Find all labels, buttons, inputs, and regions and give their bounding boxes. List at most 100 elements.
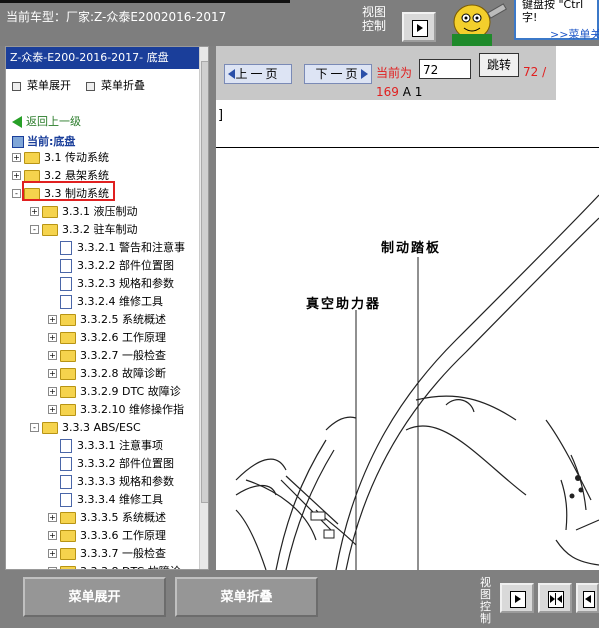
folder-icon [60, 368, 76, 380]
expand-toggle-icon[interactable]: + [48, 513, 57, 522]
expand-toggle-icon[interactable]: + [48, 351, 57, 360]
tree-item[interactable]: 3.3.2.3 规格和参数 [60, 277, 174, 291]
bottom-toolbar: 菜单展开 菜单折叠 视图控制 [0, 570, 599, 628]
scrollbar-thumb[interactable] [201, 61, 208, 503]
tree-item[interactable]: +3.3.2.7 一般检查 [48, 349, 166, 362]
tree-item-label: 3.3.2.5 系统概述 [80, 313, 166, 326]
tree-item[interactable]: +3.3.3.5 系统概述 [48, 511, 166, 524]
tree-item-label: 3.3.3.1 注意事项 [77, 439, 163, 452]
sidebar-title: Z-众泰-E200-2016-2017- 底盘 [6, 47, 201, 69]
expand-toggle-icon[interactable]: + [48, 549, 57, 558]
help-text-line1: 键盘按 "Ctrl [522, 0, 584, 11]
expand-toggle-icon[interactable]: + [12, 171, 21, 180]
page-number-input[interactable]: 72 [419, 59, 471, 79]
expand-menu-button[interactable]: 菜单展开 [23, 577, 166, 617]
prev-page-label: 上一页 [235, 67, 281, 81]
menu-collapse-link[interactable]: 菜单折叠 [86, 77, 145, 93]
tree-item-label: 3.3.2 驻车制动 [62, 223, 138, 236]
tree-item-label: 3.3.2.9 DTC 故障诊 [80, 385, 181, 398]
view-control-button[interactable] [402, 12, 436, 42]
tree-item[interactable]: +3.3.2.8 故障诊断 [48, 367, 166, 380]
tree-item[interactable]: 3.3.2.2 部件位置图 [60, 259, 174, 273]
expand-toggle-icon[interactable]: + [48, 333, 57, 342]
menu-close-link[interactable]: >>菜单关 [550, 26, 599, 42]
top-bar-edge [0, 0, 290, 3]
top-bar: 当前车型：厂家:Z-众泰E2002016-2017 视图控制 键盘按 "Ctrl… [0, 0, 599, 46]
tree-item-label: 3.3.2.3 规格和参数 [77, 277, 174, 290]
split-icon [548, 591, 564, 608]
total-pages: 169 [376, 85, 399, 99]
jump-button[interactable]: 跳转 [479, 53, 519, 77]
arrow-left-icon [583, 591, 595, 608]
document-icon [60, 295, 72, 309]
collapse-menu-button[interactable]: 菜单折叠 [175, 577, 318, 617]
expand-toggle-icon[interactable]: + [48, 531, 57, 540]
tree-item-label: 3.3.3.7 一般检查 [80, 547, 166, 560]
page-total-line2: 169 A 1 [376, 85, 422, 99]
tree-item-label: 3.3.2.8 故障诊断 [80, 367, 166, 380]
tree-item[interactable]: 3.3.3.1 注意事项 [60, 439, 163, 453]
folder-icon [42, 224, 58, 236]
tree-item[interactable]: +3.3.2.9 DTC 故障诊 [48, 385, 181, 398]
tree-item[interactable]: 3.3.3.4 维修工具 [60, 493, 163, 507]
tree-item-label: 3.3.3.4 维修工具 [77, 493, 163, 506]
expand-toggle-icon[interactable]: + [12, 153, 21, 162]
tree-item[interactable]: +3.3.1 液压制动 [30, 205, 138, 218]
tree-item[interactable]: 3.3.3.2 部件位置图 [60, 457, 174, 471]
menu-expand-link[interactable]: 菜单展开 [12, 77, 71, 93]
help-text-line2: 字! [522, 11, 538, 24]
tree-item[interactable]: 3.3.3.3 规格和参数 [60, 475, 174, 489]
expand-toggle-icon[interactable]: + [48, 387, 57, 396]
tree-item[interactable]: +3.3.3.6 工作原理 [48, 529, 166, 542]
view-control-label-bottom: 视图控制 [480, 576, 491, 625]
folder-icon [60, 314, 76, 326]
tree-item[interactable]: - 3.3.3 ABS/ESC [30, 421, 141, 434]
collapse-toggle-icon[interactable]: - [12, 189, 21, 198]
tree-item[interactable]: 3.3.2.1 警告和注意事 [60, 241, 185, 255]
brake-system-illustration [235, 194, 599, 570]
current-location: 当前:底盘 [12, 133, 75, 149]
view-right-button[interactable] [500, 583, 534, 613]
document-icon [60, 241, 72, 255]
document-icon [60, 259, 72, 273]
next-page-label: 下一页 [315, 67, 361, 81]
tree-item[interactable]: +3.3.2.5 系统概述 [48, 313, 166, 326]
header-blank [556, 46, 599, 100]
next-page-button[interactable]: 下一页 [304, 64, 372, 84]
arrow-left-icon [228, 69, 235, 79]
view-left-button[interactable] [576, 583, 599, 613]
back-arrow-icon [12, 116, 22, 128]
view-control-label: 视图控制 [362, 5, 387, 33]
expand-toggle-icon[interactable]: + [48, 315, 57, 324]
tree-item[interactable]: +3.3.3.7 一般检查 [48, 547, 166, 560]
document-icon [60, 439, 72, 453]
page-navigation: 上一页 下一页 当前为 72 跳转 72 / 169 A 1 [216, 46, 556, 100]
tree-item-label: 3.3.3.2 部件位置图 [77, 457, 174, 470]
mascot-icon [452, 3, 507, 46]
tree-item-label: 3.3.2.4 维修工具 [77, 295, 163, 308]
computer-icon [12, 136, 24, 148]
arrow-right-icon [361, 69, 368, 79]
tree-item[interactable]: - 3.3.2 驻车制动 [30, 223, 138, 236]
view-split-button[interactable] [538, 583, 572, 613]
expand-toggle-icon[interactable]: + [30, 207, 39, 216]
expand-toggle-icon[interactable]: + [48, 405, 57, 414]
help-text: 键盘按 "Ctrl 字! [522, 0, 583, 24]
collapse-toggle-icon[interactable]: - [30, 225, 39, 234]
collapse-icon [86, 81, 95, 91]
tree-item[interactable]: +3.3.2.6 工作原理 [48, 331, 166, 344]
back-link[interactable]: 返回上一级 [12, 113, 81, 129]
tree-item[interactable]: +3.3.2.10 维修操作指 [48, 403, 184, 416]
expand-toggle-icon[interactable]: + [48, 369, 57, 378]
sidebar-scrollbar[interactable] [199, 47, 208, 569]
tree-item-label: 3.3.2.1 警告和注意事 [77, 241, 185, 254]
tree-item[interactable]: 3.3.2.4 维修工具 [60, 295, 163, 309]
folder-icon [42, 422, 58, 434]
tree-item-label: 3.3.3.6 工作原理 [80, 529, 166, 542]
tree-item-label: 3.3.3 ABS/ESC [62, 421, 141, 434]
collapse-toggle-icon[interactable]: - [30, 423, 39, 432]
tree-item-label: 3.3.2.2 部件位置图 [77, 259, 174, 272]
tree-item[interactable]: +3.1 传动系统 [12, 151, 109, 164]
folder-icon [60, 350, 76, 362]
prev-page-button[interactable]: 上一页 [224, 64, 292, 84]
